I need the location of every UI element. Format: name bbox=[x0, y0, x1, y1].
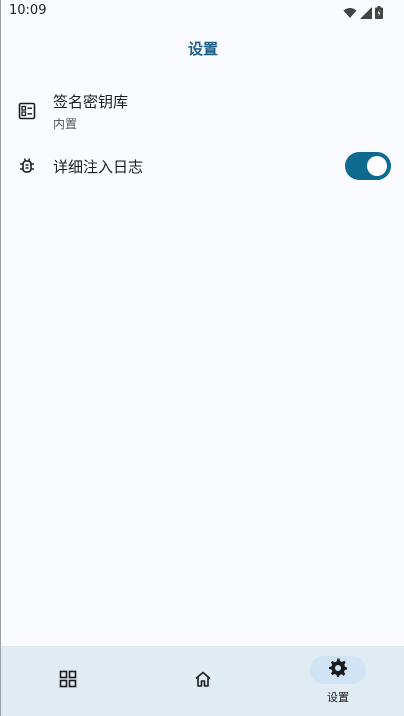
nav-icon-wrap bbox=[175, 667, 231, 695]
setting-keystore[interactable]: 签名密钥库 内置 bbox=[1, 88, 404, 134]
home-icon bbox=[194, 670, 212, 692]
keystore-subtitle: 内置 bbox=[53, 117, 78, 131]
apps-grid-icon bbox=[59, 670, 77, 692]
nav-label-settings: 设置 bbox=[327, 691, 349, 704]
keystore-icon bbox=[17, 101, 37, 121]
wifi-icon bbox=[343, 4, 357, 23]
verbose-log-title: 详细注入日志 bbox=[53, 158, 144, 176]
toggle-knob bbox=[367, 156, 387, 176]
gear-icon bbox=[328, 658, 348, 682]
signal-icon bbox=[360, 4, 372, 23]
bug-icon bbox=[17, 156, 37, 176]
nav-item-home[interactable] bbox=[136, 646, 270, 716]
nav-icon-wrap bbox=[40, 667, 96, 695]
bottom-nav: 设置 bbox=[1, 646, 404, 716]
nav-item-apps[interactable] bbox=[1, 646, 135, 716]
status-bar: 10:09 bbox=[1, 0, 404, 22]
status-time: 10:09 bbox=[9, 3, 47, 18]
page-title: 设置 bbox=[187, 40, 218, 58]
nav-item-settings[interactable]: 设置 bbox=[271, 646, 404, 716]
app-bar: 设置 bbox=[1, 34, 404, 64]
verbose-log-toggle[interactable] bbox=[345, 152, 391, 180]
nav-icon-wrap-active bbox=[310, 656, 366, 684]
setting-verbose-log[interactable]: 详细注入日志 bbox=[1, 148, 404, 184]
status-icons bbox=[343, 4, 383, 23]
keystore-title: 签名密钥库 bbox=[53, 93, 129, 111]
battery-icon bbox=[375, 4, 383, 23]
